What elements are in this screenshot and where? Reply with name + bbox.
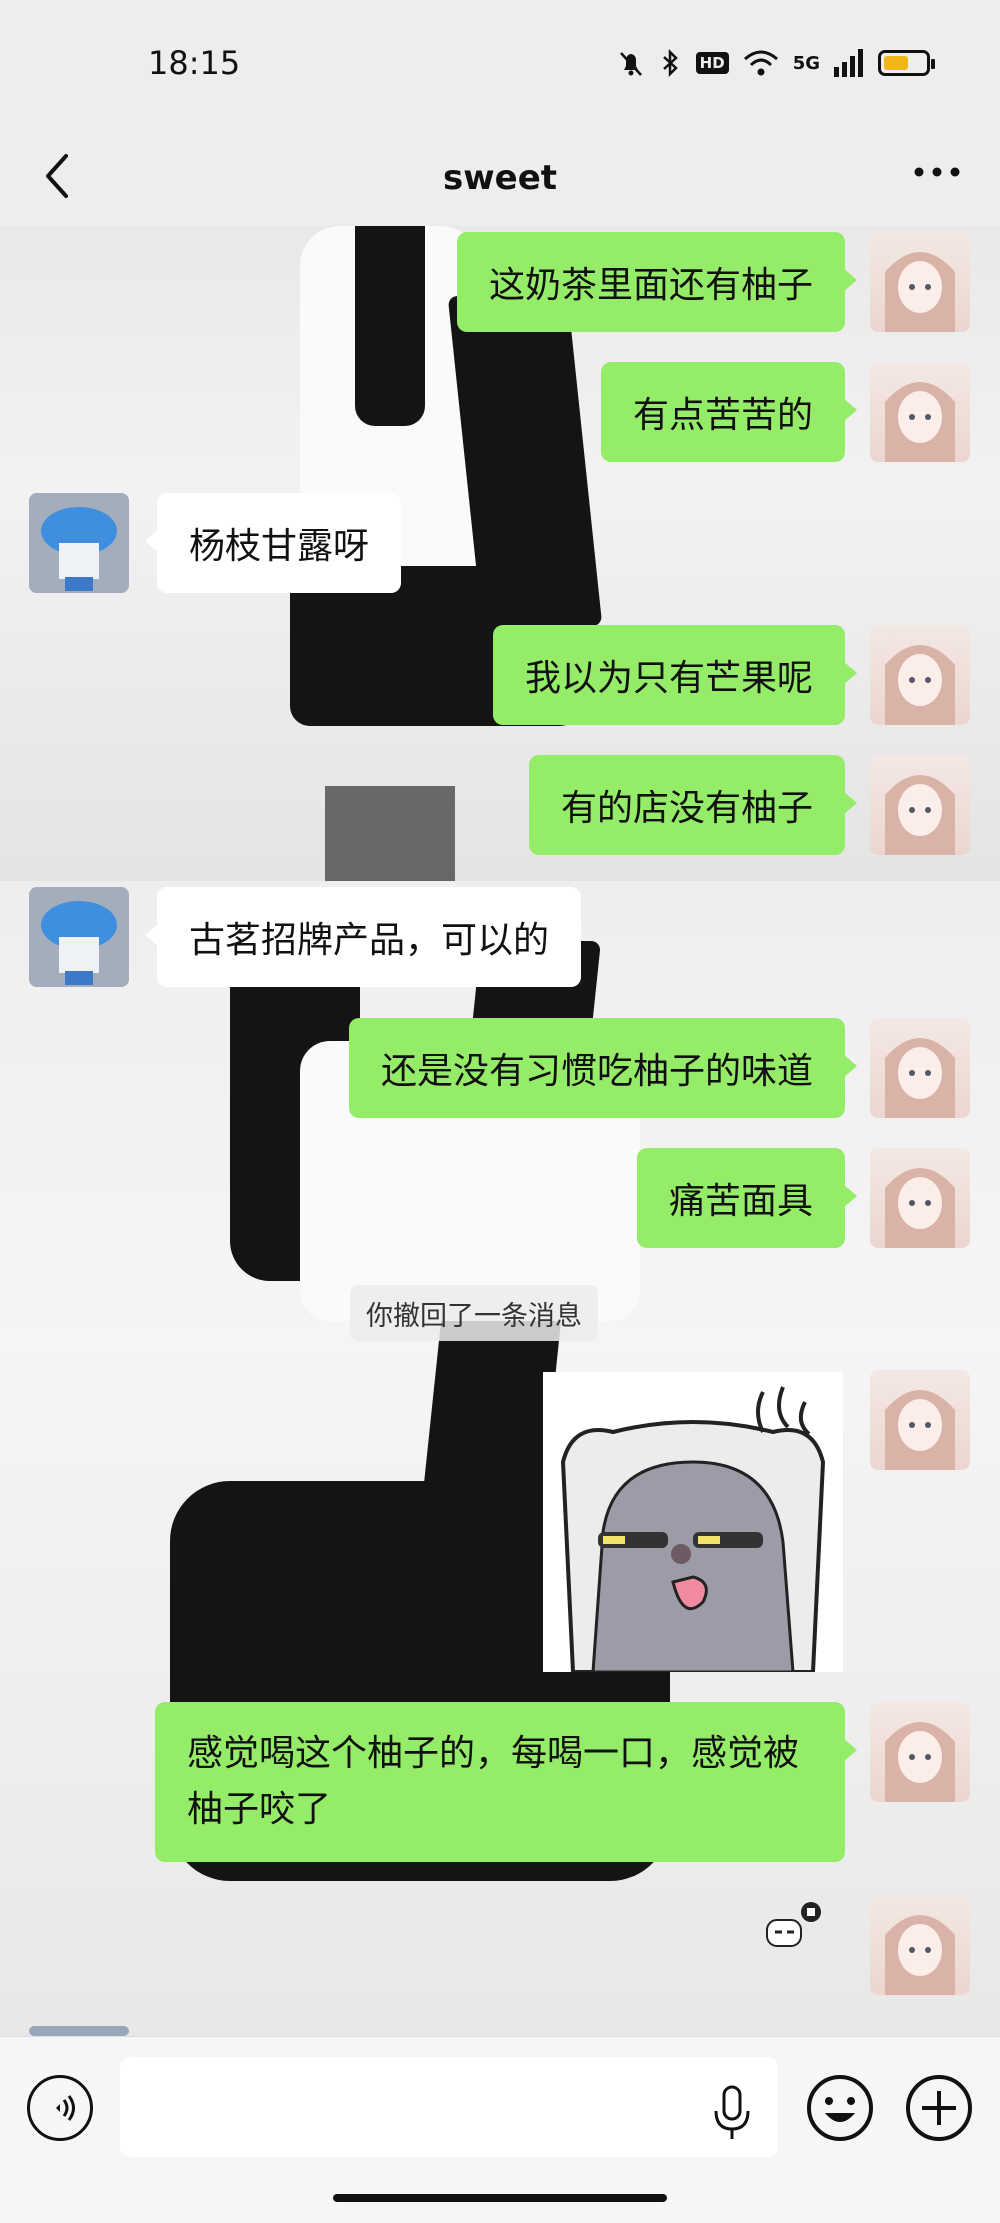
battery-icon xyxy=(878,50,935,76)
bluetooth-icon xyxy=(662,48,678,78)
message-bubble[interactable]: 感觉喝这个柚子的，每喝一口，感觉被柚子咬了 xyxy=(155,1702,857,1862)
voice-icon[interactable] xyxy=(27,2075,93,2141)
sticker-message[interactable] xyxy=(543,1372,843,1672)
message-bubble[interactable]: 痛苦面具 xyxy=(636,1148,858,1248)
message-bubble[interactable]: 有的店没有柚子 xyxy=(528,755,858,855)
signal-icon xyxy=(834,49,863,77)
peer-avatar[interactable] xyxy=(29,493,129,593)
my-avatar[interactable] xyxy=(870,362,970,462)
message-bubble[interactable]: 还是没有习惯吃柚子的味道 xyxy=(348,1018,858,1118)
smiley-icon[interactable] xyxy=(805,2073,875,2143)
message-bubble[interactable]: 有点苦苦的 xyxy=(600,362,858,462)
ellipsis-icon[interactable] xyxy=(912,160,962,184)
chat-header: sweet xyxy=(0,130,1000,226)
status-time: 18:15 xyxy=(148,44,241,82)
my-avatar[interactable] xyxy=(870,1702,970,1802)
message-bubble[interactable]: 这奶茶里面还有柚子 xyxy=(456,232,858,332)
message-bubble[interactable]: 古茗招牌产品，可以的 xyxy=(144,887,582,987)
peer-avatar[interactable] xyxy=(29,2026,129,2036)
mute-icon xyxy=(619,52,642,76)
network-type: 5G xyxy=(792,52,820,74)
microphone-icon[interactable] xyxy=(712,2085,752,2141)
message-bubble[interactable]: 我以为只有芒果呢 xyxy=(492,625,858,725)
recall-notice: 你撤回了一条消息 xyxy=(350,1285,598,1341)
status-bar: 18:15 HD 5G xyxy=(0,0,1000,130)
my-avatar[interactable] xyxy=(870,1018,970,1118)
my-avatar[interactable] xyxy=(870,1148,970,1248)
home-indicator[interactable] xyxy=(333,2194,667,2202)
small-sticker-icon[interactable] xyxy=(763,1900,823,1950)
plus-icon[interactable] xyxy=(904,2073,974,2143)
my-avatar[interactable] xyxy=(870,1370,970,1470)
chat-title: sweet xyxy=(442,158,558,198)
status-icons: HD 5G xyxy=(616,48,935,78)
grumpy-cat-sticker xyxy=(560,1386,826,1672)
peer-avatar[interactable] xyxy=(29,887,129,987)
my-avatar[interactable] xyxy=(870,755,970,855)
hd-badge: HD xyxy=(695,52,729,74)
message-input[interactable] xyxy=(120,2057,778,2157)
message-bubble[interactable]: 杨枝甘露呀 xyxy=(144,493,402,593)
wifi-icon xyxy=(743,50,778,76)
my-avatar[interactable] xyxy=(870,625,970,725)
my-avatar[interactable] xyxy=(870,232,970,332)
my-avatar[interactable] xyxy=(870,1895,970,1995)
